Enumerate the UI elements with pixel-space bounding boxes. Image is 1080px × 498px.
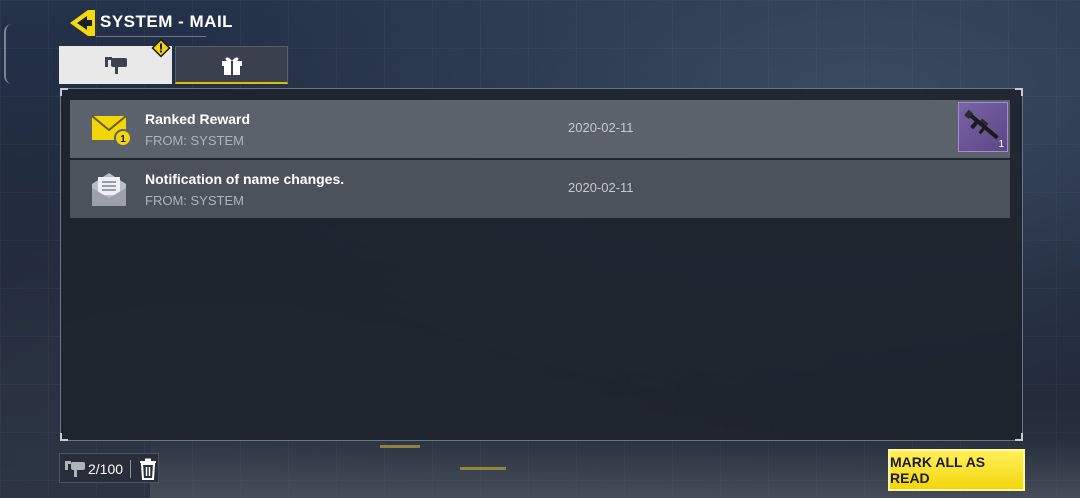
mail-title: Ranked Reward xyxy=(145,111,251,127)
unread-mail-icon: 1 xyxy=(90,110,132,148)
mail-count: 2/100 xyxy=(88,461,124,477)
divider xyxy=(130,460,131,478)
title-underline xyxy=(96,36,206,37)
tab-alert-badge xyxy=(151,38,171,58)
delete-button[interactable] xyxy=(138,458,158,480)
back-button[interactable] xyxy=(68,8,98,38)
floor-marking xyxy=(460,467,506,470)
floor-marking xyxy=(380,445,420,448)
mail-sender: FROM: SYSTEM xyxy=(145,133,244,148)
mail-date: 2020-02-11 xyxy=(568,120,634,135)
mail-date: 2020-02-11 xyxy=(568,180,634,195)
page-title: SYSTEM - MAIL xyxy=(100,12,234,31)
mailbox-icon xyxy=(65,461,85,477)
read-mail-icon xyxy=(90,170,130,208)
mail-item-ranked-reward[interactable]: 1 Ranked Reward FROM: SYSTEM 2020-02-11 … xyxy=(70,100,1010,158)
mailbox-icon xyxy=(104,57,127,74)
mail-capacity-counter: 2/100 xyxy=(59,453,159,483)
reward-attachment[interactable]: 1 xyxy=(958,102,1008,152)
mail-badge-count: 1 xyxy=(120,134,126,145)
trash-icon xyxy=(140,458,156,480)
mail-sender: FROM: SYSTEM xyxy=(145,193,244,208)
gift-icon xyxy=(221,57,242,75)
tab-gifts[interactable] xyxy=(175,46,288,84)
mark-all-as-read-button[interactable]: MARK ALL AS READ xyxy=(888,449,1025,491)
back-arrow-icon xyxy=(70,10,95,36)
screen-edge-bracket xyxy=(4,24,12,84)
mail-title: Notification of name changes. xyxy=(145,171,345,187)
attachment-count: 1 xyxy=(998,139,1004,150)
mail-item-name-changes[interactable]: Notification of name changes. FROM: SYST… xyxy=(70,160,1010,218)
warning-icon xyxy=(151,38,171,58)
